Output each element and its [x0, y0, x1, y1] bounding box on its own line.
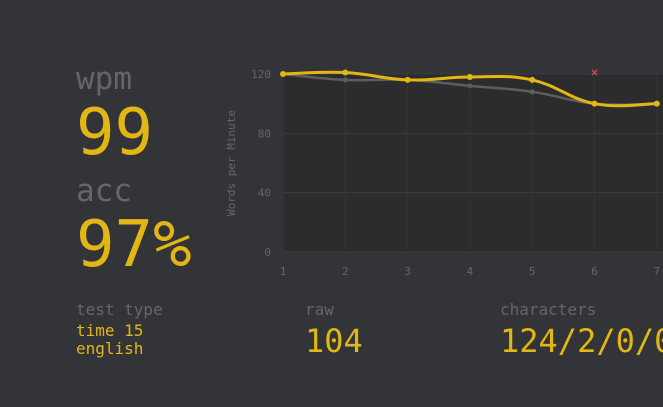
- y-tick-label: 80: [258, 127, 271, 140]
- data-point-wpm: [404, 76, 411, 83]
- data-point-wpm: [653, 100, 660, 107]
- data-point-raw: [529, 89, 535, 95]
- y-tick-label: 120: [251, 68, 271, 81]
- x-tick-label: 1: [280, 265, 287, 278]
- x-tick-label: 7: [653, 265, 660, 278]
- x-tick-labels: 1 2 3 4 5 6 7: [280, 265, 660, 278]
- y-tick-label: 0: [264, 246, 271, 259]
- x-tick-label: 6: [591, 265, 598, 278]
- data-point-wpm: [342, 69, 349, 76]
- data-point-wpm: [466, 73, 473, 80]
- y-tick-labels: 0 40 80 120: [251, 68, 271, 259]
- plot-area: [283, 74, 663, 252]
- x-tick-label: 3: [404, 265, 411, 278]
- data-point-wpm: [280, 71, 286, 77]
- data-point-raw: [342, 77, 348, 83]
- y-tick-label: 40: [258, 187, 271, 200]
- data-point-wpm: [591, 100, 598, 107]
- x-tick-label: 5: [529, 265, 536, 278]
- data-point-wpm: [529, 76, 536, 83]
- data-point-raw: [467, 83, 473, 89]
- x-tick-label: 4: [467, 265, 474, 278]
- x-tick-label: 2: [342, 265, 349, 278]
- wpm-chart: 0 40 80 120 1 2 3 4 5 6 7 Words per Minute: [225, 68, 663, 278]
- y-axis-label: Words per Minute: [225, 110, 238, 216]
